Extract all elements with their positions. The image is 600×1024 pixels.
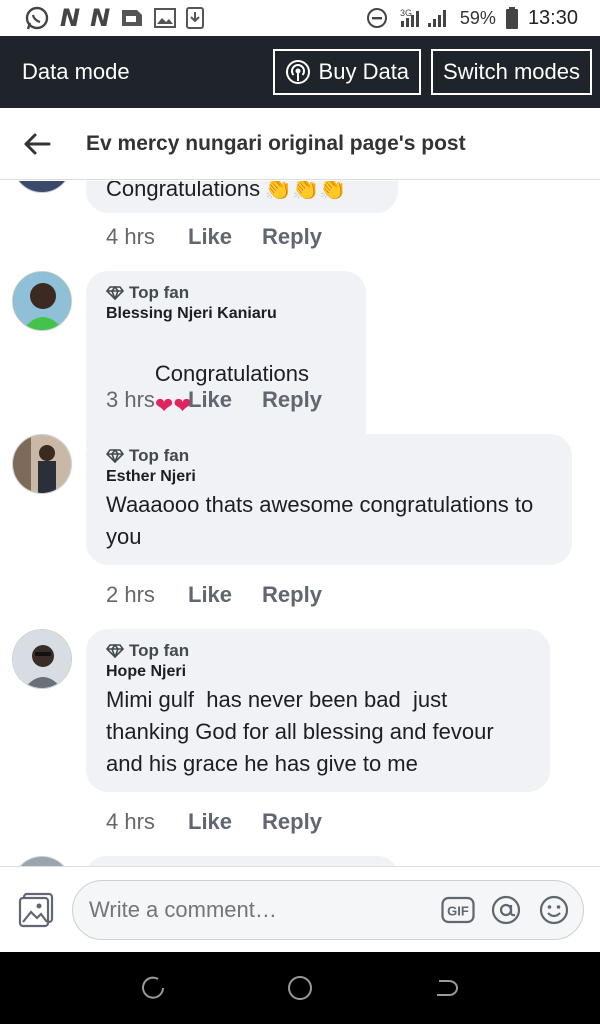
recents-icon[interactable] bbox=[133, 968, 173, 1008]
comment-bubble[interactable]: Congratulations 👏👏👏 bbox=[86, 181, 398, 213]
buy-data-label: Buy Data bbox=[318, 59, 410, 84]
battery-percent: 59% bbox=[459, 7, 496, 28]
comment-author[interactable]: Blessing Njeri Kaniaru bbox=[106, 305, 346, 323]
data-mode-title: Data mode bbox=[22, 59, 130, 84]
system-nav-bar bbox=[0, 952, 600, 1024]
like-button[interactable]: Like bbox=[188, 809, 232, 835]
avatar[interactable] bbox=[12, 181, 72, 193]
n-icon: N bbox=[90, 4, 111, 32]
comments-list: Congratulations 👏👏👏 4 hrs Like Reply Top… bbox=[0, 181, 600, 866]
emoji-icon[interactable] bbox=[537, 893, 571, 927]
comment-time: 4 hrs bbox=[106, 809, 155, 834]
comment-bubble[interactable]: Top fan Esther Njeri Waaaooo thats aweso… bbox=[86, 434, 572, 565]
top-fan-label: Top fan bbox=[129, 283, 190, 302]
reply-button[interactable]: Reply bbox=[262, 224, 322, 250]
comment-input[interactable] bbox=[89, 896, 427, 923]
reply-button[interactable]: Reply bbox=[262, 809, 322, 835]
comment-text: Mimi gulf has never been bad just thanki… bbox=[106, 687, 500, 776]
whatsapp-icon bbox=[24, 5, 50, 31]
like-button[interactable]: Like bbox=[188, 387, 232, 413]
comment-time: 2 hrs bbox=[106, 582, 155, 607]
like-button[interactable]: Like bbox=[188, 224, 232, 250]
top-fan-label: Top fan bbox=[129, 446, 190, 465]
back-arrow-icon[interactable] bbox=[22, 129, 52, 159]
comment-time: 3 hrs bbox=[106, 387, 155, 412]
comment-actions: 4 hrs Like Reply bbox=[106, 224, 352, 250]
photo-icon[interactable] bbox=[16, 890, 56, 930]
dnd-icon bbox=[366, 7, 388, 29]
top-fan-label: Top fan bbox=[129, 641, 190, 660]
top-fan-badge: Top fan bbox=[106, 283, 346, 303]
n-icon: N bbox=[60, 4, 81, 32]
status-bar: N N 3G 59% 13:30 bbox=[0, 0, 600, 36]
comment-actions: 4 hrs Like Reply bbox=[106, 809, 352, 835]
avatar[interactable] bbox=[12, 271, 72, 331]
avatar[interactable] bbox=[12, 629, 72, 689]
switch-modes-label: Switch modes bbox=[443, 59, 580, 84]
buy-data-button[interactable]: Buy Data bbox=[272, 49, 422, 95]
gif-icon[interactable]: GIF bbox=[441, 893, 475, 927]
diamond-icon bbox=[106, 449, 124, 463]
reply-button[interactable]: Reply bbox=[262, 387, 322, 413]
comment-bubble[interactable]: Top fan Hope Njeri Mimi gulf has never b… bbox=[86, 629, 550, 792]
battery-icon bbox=[505, 7, 518, 29]
back-icon[interactable] bbox=[427, 968, 467, 1008]
avatar[interactable] bbox=[12, 856, 72, 866]
gif-label: GIF bbox=[447, 903, 469, 918]
comment-composer: GIF bbox=[0, 866, 600, 952]
clock: 13:30 bbox=[527, 6, 578, 29]
page-header: Ev mercy nungari original page's post bbox=[0, 108, 600, 180]
like-button[interactable]: Like bbox=[188, 582, 232, 608]
avatar[interactable] bbox=[12, 434, 72, 494]
comment-actions: 2 hrs Like Reply bbox=[106, 582, 352, 608]
gallery-icon bbox=[154, 8, 177, 28]
svg-text:3G: 3G bbox=[400, 8, 412, 18]
top-fan-badge: Top fan bbox=[106, 446, 552, 466]
diamond-icon bbox=[106, 286, 124, 300]
download-icon bbox=[186, 7, 205, 29]
reply-button[interactable]: Reply bbox=[262, 582, 322, 608]
comment-author[interactable]: Hope Njeri bbox=[106, 663, 530, 681]
switch-modes-button[interactable]: Switch modes bbox=[431, 49, 592, 95]
comment-author[interactable]: Esther Njeri bbox=[106, 468, 552, 486]
top-fan-badge: Top fan bbox=[106, 641, 530, 661]
comment-bubble[interactable] bbox=[86, 856, 398, 866]
comment-input-box[interactable]: GIF bbox=[72, 879, 584, 940]
broadcast-icon bbox=[285, 59, 311, 85]
sim-icon bbox=[120, 8, 144, 28]
comment-text: Waaaooo thats awesome congratulations to… bbox=[106, 492, 540, 549]
comment-text: Congratulations bbox=[154, 361, 310, 386]
home-icon[interactable] bbox=[280, 968, 320, 1008]
comment-text: Congratulations bbox=[106, 181, 261, 201]
diamond-icon bbox=[106, 644, 124, 658]
page-title: Ev mercy nungari original page's post bbox=[86, 131, 466, 155]
mention-icon[interactable] bbox=[489, 893, 523, 927]
comment-time: 4 hrs bbox=[106, 224, 155, 249]
comment-actions: 3 hrs Like Reply bbox=[106, 387, 352, 413]
clap-emoji: 👏👏👏 bbox=[264, 181, 347, 201]
signal-icon: 3G bbox=[398, 7, 450, 29]
data-mode-bar: Data mode Buy Data Switch modes bbox=[0, 36, 600, 108]
